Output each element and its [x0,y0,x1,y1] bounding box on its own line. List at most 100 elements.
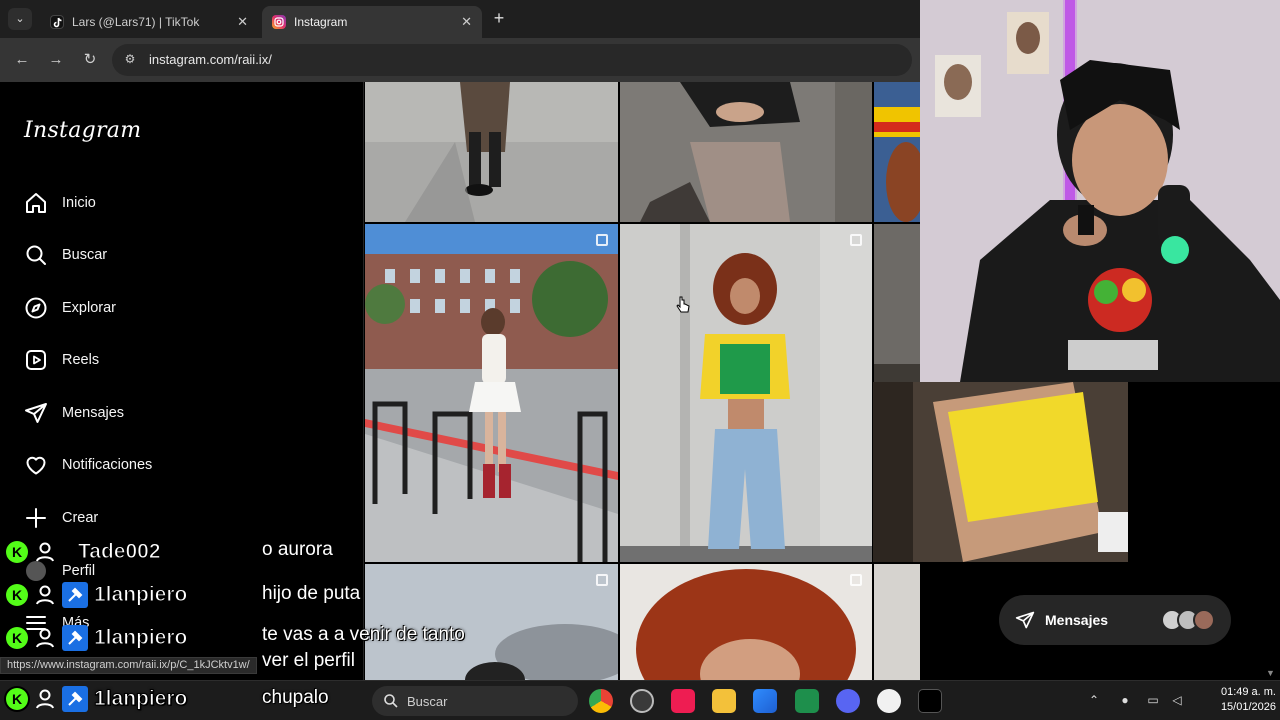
kick-badge-icon: K [6,584,28,606]
carousel-icon [596,574,608,586]
chevron-up-icon[interactable]: ⌃ [1085,691,1103,709]
nav-label: Mensajes [62,405,125,421]
tab-instagram[interactable]: Instagram ✕ [262,6,482,38]
clock-time: 01:49 a. m. [1220,686,1276,698]
post-thumbnail[interactable] [620,564,872,680]
tab-tiktok[interactable]: Lars (@Lars71) | TikTok ✕ [40,6,258,38]
chat-text: hijo de puta [262,583,361,604]
tiktok-live-icon[interactable] [918,689,942,713]
avatar [1193,609,1215,631]
kick-badge-icon: K [6,688,28,710]
nav-crear[interactable]: Crear [24,500,98,536]
post-thumbnail[interactable] [874,564,920,680]
address-bar[interactable]: ⚙ instagram.com/raii.ix/ [112,44,912,76]
nav-notificaciones[interactable]: Notificaciones [24,447,152,483]
chat-message: K 1lanpiero [6,581,188,609]
tab-title: Lars (@Lars71) | TikTok [72,15,200,29]
compass-icon [25,297,47,319]
tiktok-icon [50,15,64,29]
reload-icon[interactable]: ↻ [80,50,100,70]
nav-label: Inicio [62,195,96,211]
browser-tab-strip: ⌄ Lars (@Lars71) | TikTok ✕ Instagram ✕ … [0,0,920,38]
taskbar-search-label: Buscar [407,694,448,709]
media-player-icon[interactable] [877,689,901,713]
post-thumbnail[interactable] [620,224,872,562]
carousel-icon [850,234,862,246]
forward-arrow-icon[interactable]: → [46,50,66,70]
network-icon[interactable]: ▭ [1144,691,1162,709]
chat-text: te vas a a venir de tanto ver el perfil [262,624,465,671]
nav-label: Reels [62,352,100,368]
nav-label: Explorar [62,300,116,316]
app-icon[interactable] [630,689,654,713]
nav-inicio[interactable]: Inicio [24,185,96,221]
hammer-badge-icon [62,625,88,651]
post-thumbnail[interactable] [620,82,872,222]
nav-explorar[interactable]: Explorar [24,290,116,326]
stream-chat-overlay: K Tade002 o aurora K 1lanpiero hijo de p… [0,535,560,675]
store-icon[interactable] [753,689,777,713]
hammer-badge-icon [62,686,88,712]
nav-mensajes[interactable]: Mensajes [24,395,124,431]
user-icon [36,585,54,605]
nav-reels[interactable]: Reels [24,342,99,378]
kick-badge-icon: K [6,541,28,563]
back-arrow-icon[interactable]: ← [12,50,32,70]
heart-icon [26,456,46,475]
nav-label: Crear [62,510,99,526]
tab-search-menu-icon[interactable]: ⌄ [8,8,32,30]
site-info-icon[interactable]: ⚙ [122,52,138,68]
reels-icon [26,350,46,370]
post-thumbnail[interactable] [365,82,618,222]
nav-buscar[interactable]: Buscar [24,237,107,273]
carousel-icon [850,574,862,586]
chat-username: 1lanpiero [93,687,188,711]
hand-cursor-icon [676,296,690,313]
post-thumbnail[interactable] [873,382,1128,562]
browser-toolbar: ← → ↻ ⚙ instagram.com/raii.ix/ [0,38,920,82]
system-clock[interactable]: 01:49 a. m. 15/01/2026 [1196,685,1276,715]
messages-label: Mensajes [1045,612,1109,628]
send-icon [1015,611,1035,629]
windows-taskbar: K 1lanpiero chupalo Buscar ⌃ ● ▭ ◁ 01:49… [0,680,1280,720]
chat-message: K Tade002 [6,538,161,566]
volume-icon[interactable]: ◁ [1168,691,1186,709]
tab-title: Instagram [294,15,348,29]
plus-icon [26,508,46,528]
kick-badge-icon: K [6,627,28,649]
microphone-icon[interactable]: ● [1116,691,1134,709]
app-icon[interactable] [795,689,819,713]
post-thumbnail[interactable] [874,82,920,222]
chrome-icon[interactable] [589,689,613,713]
home-icon [26,193,46,213]
clock-date: 15/01/2026 [1220,701,1276,713]
search-icon [384,694,398,708]
url-text: instagram.com/raii.ix/ [149,52,272,67]
user-icon [36,542,54,562]
chat-message: K 1lanpiero [6,624,188,652]
send-icon [25,403,47,423]
chat-username: 1lanpiero [93,626,188,650]
user-icon [36,628,54,648]
chat-text: o aurora [262,539,333,560]
screen: ⌄ Lars (@Lars71) | TikTok ✕ Instagram ✕ … [0,0,1280,720]
nav-label: Buscar [62,247,108,263]
message-avatars [1161,609,1215,631]
nav-label: Notificaciones [62,457,153,473]
chat-username: Tade002 [78,540,161,564]
close-icon[interactable]: ✕ [461,14,472,30]
instagram-logo[interactable]: Instagram [24,118,141,143]
discord-icon[interactable] [836,689,860,713]
close-icon[interactable]: ✕ [237,14,248,30]
folder-icon[interactable] [712,689,736,713]
chat-message: K 1lanpiero [6,685,188,713]
carousel-icon [596,234,608,246]
tiktok-icon[interactable] [671,689,695,713]
messages-floating-button[interactable]: Mensajes [999,595,1231,645]
new-tab-button[interactable]: + [488,8,510,30]
taskbar-search[interactable]: Buscar [372,686,578,716]
post-thumbnail[interactable] [365,224,618,562]
search-icon [26,245,46,265]
scroll-down-icon[interactable]: ▼ [1266,668,1276,678]
chat-username: 1lanpiero [93,583,188,607]
